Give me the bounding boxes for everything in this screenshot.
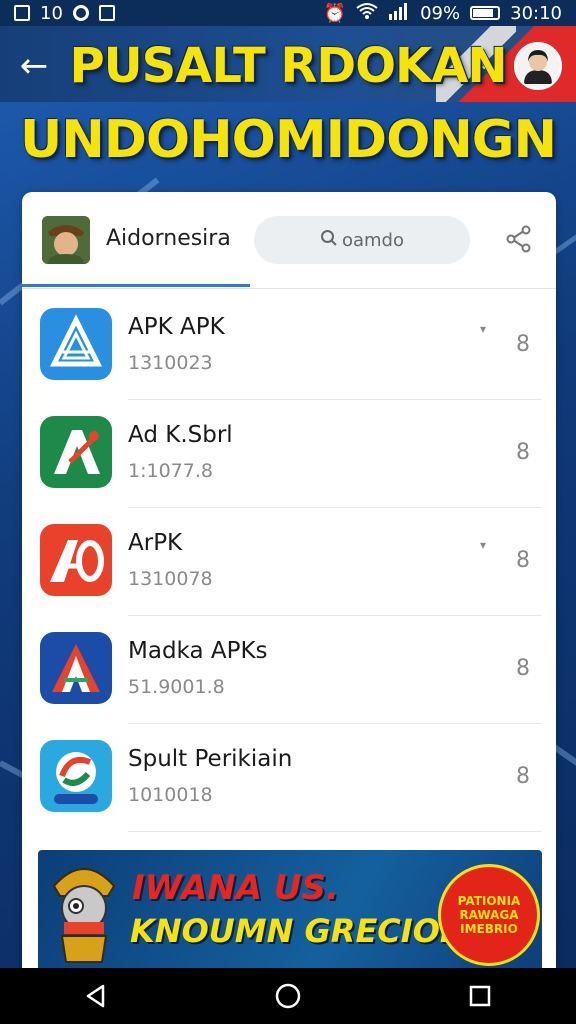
search-input[interactable]: oamdo — [254, 216, 470, 264]
signal-icon — [388, 2, 410, 25]
app-list: APK APK 1310023 ▾ 8 Ad K.Sbrl 1:1077.8 8 — [22, 292, 556, 832]
card-header: Aidornesira oamdo — [22, 192, 556, 289]
nav-back-icon[interactable] — [66, 968, 126, 1024]
profile-name: Aidornesira — [106, 226, 231, 251]
banner-badge: PATIONIA RAWAGA IMEBRIO — [438, 864, 540, 966]
app-subtitle: 1310023 — [128, 352, 213, 374]
banner-headline: IWANA US. — [132, 868, 339, 908]
nav-recents-icon[interactable] — [450, 968, 510, 1024]
banner-subheadline: KNOUMN GRECIOH! — [130, 912, 482, 950]
message-icon — [98, 5, 115, 21]
app-list-card: Aidornesira oamdo APK APK 1310023 ▾ 8 Ad… — [22, 192, 556, 972]
app-title: Madka APKs — [128, 638, 268, 664]
app-subtitle: 1:1077.8 — [128, 460, 213, 482]
wifi-icon — [356, 2, 378, 25]
banner-badge-text: PATIONIA RAWAGA IMEBRIO — [457, 894, 521, 936]
app-subtitle: 51.9001.8 — [128, 676, 225, 698]
search-icon — [320, 229, 338, 252]
app-title: Ad K.Sbrl — [128, 422, 233, 448]
clock: 30:10 — [510, 2, 562, 24]
list-item[interactable]: Ad K.Sbrl 1:1077.8 8 — [22, 400, 556, 508]
app-subtitle: 1010018 — [128, 784, 213, 806]
app-icon — [40, 632, 112, 704]
profile-avatar[interactable] — [42, 216, 90, 264]
list-item[interactable]: Madka APKs 51.9001.8 8 — [22, 616, 556, 724]
app-title: APK APK — [128, 314, 225, 340]
promo-banner[interactable]: IWANA US. KNOUMN GRECIOH! PATIONIA RAWAG… — [38, 850, 542, 972]
divider — [128, 831, 542, 832]
page-title-line2: UNDOHOMIDONGN — [19, 110, 557, 170]
notification-icon — [14, 5, 30, 21]
app-subtitle: 1310078 — [128, 568, 213, 590]
app-title: Spult Perikiain — [128, 746, 293, 772]
list-item[interactable]: APK APK 1310023 ▾ 8 — [22, 292, 556, 400]
more-menu-button[interactable]: 8 — [516, 440, 530, 465]
search-placeholder: oamdo — [341, 229, 404, 251]
active-tab-indicator — [22, 284, 250, 287]
status-left-text: 10 — [40, 2, 63, 24]
app-icon — [40, 740, 112, 812]
more-menu-button[interactable]: 8 — [516, 548, 530, 573]
more-menu-button[interactable]: 8 — [516, 332, 530, 357]
row-indicator: ▾ — [480, 538, 487, 552]
row-indicator: ▾ — [480, 322, 487, 336]
app-title: ArPK — [128, 530, 183, 556]
system-nav-bar — [0, 968, 576, 1024]
sync-icon — [72, 5, 89, 21]
status-bar: 10 ⏰ 09% 30:10 — [0, 0, 576, 26]
page-title-line1: PUSALT RDOKAN — [69, 38, 507, 94]
battery-icon — [470, 6, 501, 20]
app-icon — [40, 308, 112, 380]
list-item[interactable]: Spult Perikiain 1010018 8 — [22, 724, 556, 832]
app-icon — [40, 416, 112, 488]
nav-home-icon[interactable] — [258, 968, 318, 1024]
share-icon[interactable] — [502, 222, 536, 256]
more-menu-button[interactable]: 8 — [516, 764, 530, 789]
more-menu-button[interactable]: 8 — [516, 656, 530, 681]
mascot-icon — [44, 856, 124, 966]
alarm-icon: ⏰ — [323, 2, 347, 24]
app-icon — [40, 524, 112, 596]
battery-percent: 09% — [420, 2, 461, 24]
list-item[interactable]: ArPK 1310078 ▾ 8 — [22, 508, 556, 616]
